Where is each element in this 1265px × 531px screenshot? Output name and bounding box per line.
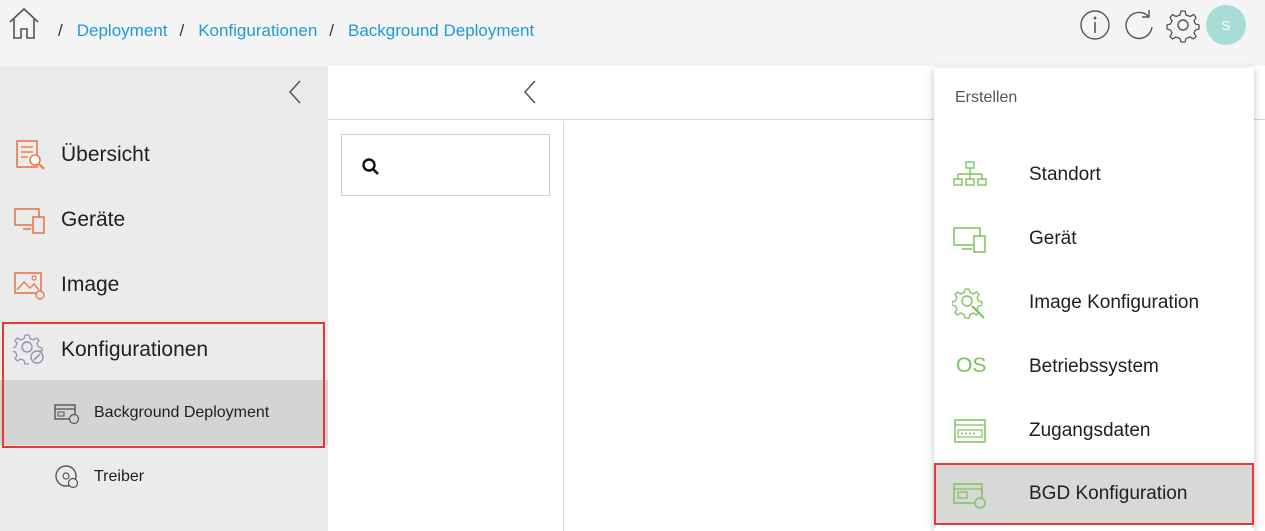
user-avatar[interactable]: S — [1206, 5, 1246, 45]
menu-item-zugangsdaten[interactable]: Zugangsdaten — [934, 400, 1254, 464]
overview-document-icon — [16, 139, 45, 170]
sidebar-item-label: Image — [61, 272, 120, 296]
top-header: / Deployment / Konfigurationen / Backgro… — [0, 0, 1265, 66]
sidebar-collapse-chevron-icon[interactable] — [283, 78, 307, 106]
driver-disc-icon — [55, 464, 79, 488]
search-box[interactable] — [341, 134, 550, 196]
menu-item-label: BGD Konfiguration — [1029, 483, 1188, 504]
breadcrumb-konfigurationen[interactable]: Konfigurationen — [198, 21, 317, 41]
breadcrumb-separator: / — [329, 21, 335, 40]
breadcrumb-separator: / — [58, 21, 63, 40]
sidebar-subitem-treiber[interactable]: Treiber — [0, 444, 328, 509]
menu-item-label: Image Konfiguration — [1029, 292, 1200, 313]
sidebar-item-konfigurationen[interactable]: Konfigurationen — [0, 317, 328, 382]
bgd-config-icon — [953, 483, 986, 509]
sidebar-item-uebersicht[interactable]: Übersicht — [0, 122, 328, 187]
breadcrumb-background-deployment[interactable]: Background Deployment — [348, 21, 534, 41]
os-icon: OS — [956, 354, 987, 377]
search-icon — [362, 158, 379, 175]
home-icon[interactable] — [7, 5, 41, 41]
sidebar-item-image[interactable]: Image — [0, 252, 328, 317]
image-config-icon — [952, 288, 985, 319]
menu-item-label: Zugangsdaten — [1029, 420, 1151, 441]
list-pane — [328, 121, 564, 531]
breadcrumb-deployment[interactable]: Deployment — [77, 21, 168, 41]
device-icon — [953, 227, 986, 253]
menu-item-image-konfiguration[interactable]: Image Konfiguration — [934, 272, 1254, 336]
menu-item-label: Betriebssystem — [1029, 356, 1159, 377]
settings-gear-icon[interactable] — [1166, 7, 1200, 43]
menu-item-betriebssystem[interactable]: OS Betriebssystem — [934, 336, 1254, 400]
menu-item-bgd-konfiguration[interactable]: BGD Konfiguration — [934, 463, 1254, 525]
sidebar-item-label: Geräte — [61, 207, 126, 231]
menu-item-standort[interactable]: Standort — [934, 144, 1254, 208]
background-deployment-icon — [54, 403, 80, 424]
breadcrumb-separator: / — [179, 21, 185, 40]
sidebar-subitem-label: Background Deployment — [94, 403, 270, 421]
breadcrumb: / Deployment / Konfigurationen / Backgro… — [58, 21, 546, 41]
search-input[interactable] — [392, 151, 542, 181]
configurations-gear-icon — [13, 333, 44, 365]
menu-header: Erstellen — [955, 89, 1018, 106]
sidebar-item-label: Übersicht — [61, 142, 150, 166]
sidebar-subitem-label: Treiber — [94, 467, 145, 485]
sidebar-subitem-background-deployment[interactable]: Background Deployment — [0, 380, 328, 445]
devices-icon — [14, 207, 45, 234]
menu-item-label: Standort — [1029, 164, 1101, 185]
create-menu: Erstellen Standort Gerät Image Konfigura… — [934, 68, 1254, 531]
refresh-icon[interactable] — [1122, 7, 1156, 43]
sidebar-item-geraete[interactable]: Geräte — [0, 187, 328, 252]
sitemap-icon — [953, 161, 987, 186]
credentials-icon — [954, 419, 986, 443]
image-icon — [14, 271, 45, 300]
menu-item-label: Gerät — [1029, 228, 1077, 249]
sidebar: Übersicht Geräte Image Konfigurationen B… — [0, 66, 328, 531]
menu-item-geraet[interactable]: Gerät — [934, 208, 1254, 272]
info-icon[interactable] — [1078, 7, 1112, 43]
list-collapse-chevron-icon[interactable] — [518, 78, 542, 106]
sidebar-item-label: Konfigurationen — [61, 337, 209, 361]
